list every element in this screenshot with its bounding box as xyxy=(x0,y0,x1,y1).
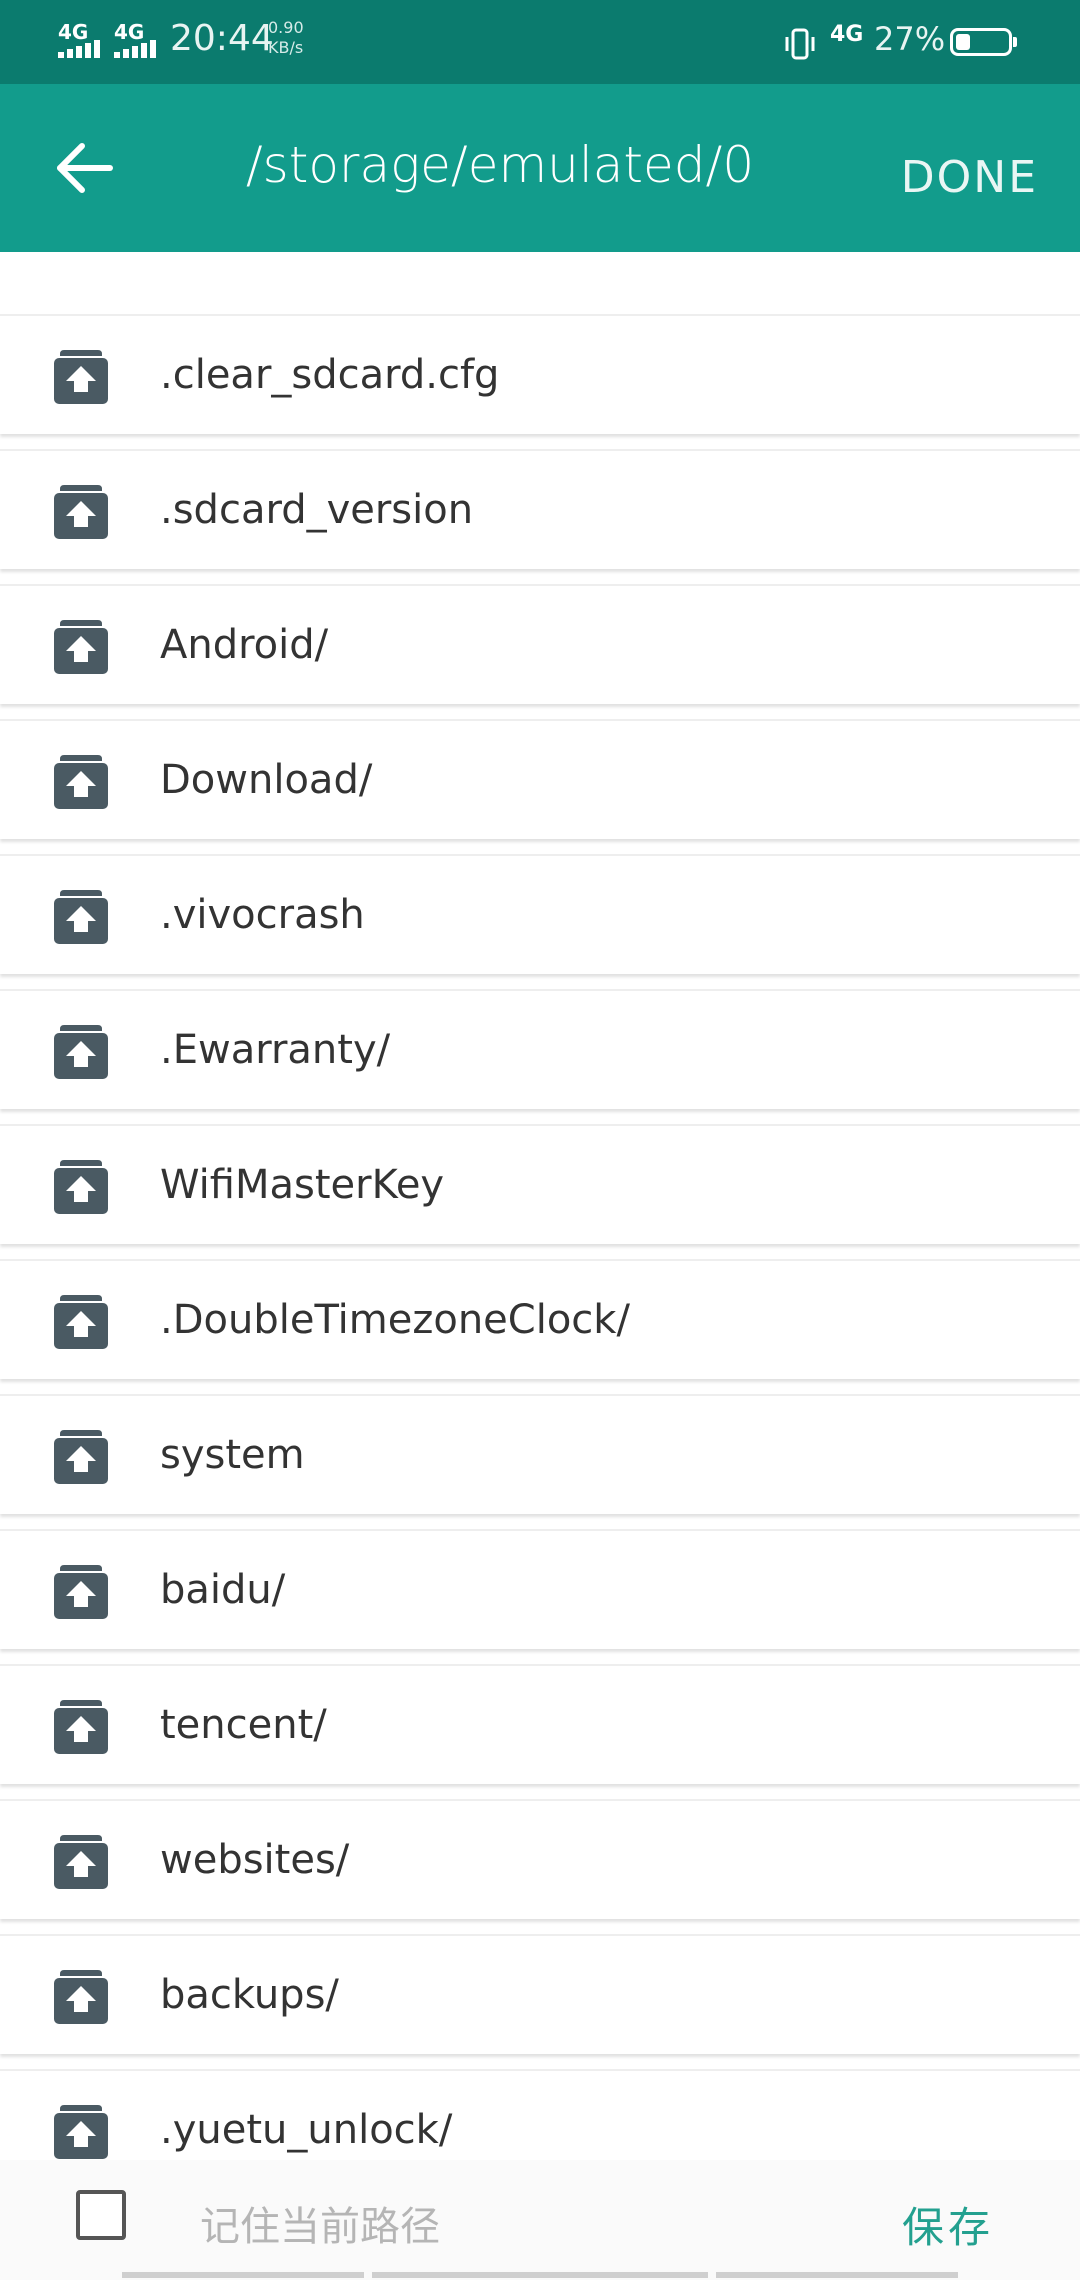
file-row[interactable]: .clear_sdcard.cfg xyxy=(0,314,1080,434)
file-row[interactable]: Download/ xyxy=(0,719,1080,839)
sim1-label: 4G xyxy=(58,20,89,44)
bottom-bar: 记住当前路径 保存 xyxy=(0,2160,1080,2280)
file-row[interactable]: .yuetu_unlock/ xyxy=(0,2069,1080,2160)
file-row[interactable]: tencent/ xyxy=(0,1664,1080,1784)
file-row[interactable]: websites/ xyxy=(0,1799,1080,1919)
vibrate-icon xyxy=(785,28,815,60)
file-row[interactable]: .sdcard_version xyxy=(0,449,1080,569)
file-row[interactable]: .vivocrash xyxy=(0,854,1080,974)
sim1-signal: 4G xyxy=(58,20,100,58)
upload-file-icon xyxy=(54,890,108,944)
back-arrow-icon[interactable] xyxy=(52,136,116,200)
file-name: backups/ xyxy=(160,1972,339,2018)
file-row[interactable]: Android/ xyxy=(0,584,1080,704)
status-bar: 4G 4G 20:44 0.90 KB/s 4G 27% xyxy=(0,0,1080,84)
sim2-signal: 4G xyxy=(114,20,156,58)
clock: 20:44 xyxy=(170,18,274,59)
upload-file-icon xyxy=(54,1970,108,2024)
file-name: .Ewarranty/ xyxy=(160,1027,391,1073)
file-row[interactable]: .Ewarranty/ xyxy=(0,989,1080,1109)
upload-file-icon xyxy=(54,755,108,809)
upload-file-icon xyxy=(54,620,108,674)
remember-path-checkbox[interactable] xyxy=(76,2190,126,2240)
upload-file-icon xyxy=(54,485,108,539)
mobile-data-indicator: 4G xyxy=(830,22,864,47)
save-button[interactable]: 保存 xyxy=(902,2194,994,2255)
file-name: Download/ xyxy=(160,757,373,803)
file-name: .DoubleTimezoneClock/ xyxy=(160,1297,630,1343)
speed-value: 0.90 xyxy=(268,18,304,37)
battery-icon xyxy=(950,28,1017,56)
file-name: system xyxy=(160,1432,305,1478)
upload-file-icon xyxy=(54,1700,108,1754)
file-row[interactable]: .DoubleTimezoneClock/ xyxy=(0,1259,1080,1379)
upload-file-icon xyxy=(54,1025,108,1079)
current-path-title: /storage/emulated/0 xyxy=(245,136,755,194)
app-bar: /storage/emulated/0 DONE xyxy=(0,84,1080,252)
file-name: baidu/ xyxy=(160,1567,286,1613)
upload-file-icon xyxy=(54,2105,108,2159)
upload-file-icon xyxy=(54,1295,108,1349)
remember-path-label: 记住当前路径 xyxy=(200,2204,440,2250)
file-row[interactable]: WifiMasterKey xyxy=(0,1124,1080,1244)
upload-file-icon xyxy=(54,1160,108,1214)
file-list[interactable]: .clear_sdcard.cfg .sdcard_version Android/… xyxy=(0,252,1080,2160)
file-name: .vivocrash xyxy=(160,892,365,938)
sim2-label: 4G xyxy=(114,20,145,44)
upload-file-icon xyxy=(54,1430,108,1484)
file-row[interactable]: backups/ xyxy=(0,1934,1080,2054)
file-name: Android/ xyxy=(160,622,329,668)
battery-percent: 27% xyxy=(874,20,946,58)
done-button[interactable]: DONE xyxy=(901,152,1038,203)
upload-file-icon xyxy=(54,350,108,404)
upload-file-icon xyxy=(54,1835,108,1889)
file-name: websites/ xyxy=(160,1837,350,1883)
file-name: WifiMasterKey xyxy=(160,1162,445,1208)
file-name: .yuetu_unlock/ xyxy=(160,2107,453,2153)
file-name: .clear_sdcard.cfg xyxy=(160,352,500,398)
navigation-bar xyxy=(0,2270,1080,2280)
file-name: tencent/ xyxy=(160,1702,327,1748)
file-row[interactable]: system xyxy=(0,1394,1080,1514)
upload-file-icon xyxy=(54,1565,108,1619)
file-name: .sdcard_version xyxy=(160,487,474,533)
network-speed: 0.90 KB/s xyxy=(268,18,304,58)
file-row[interactable]: baidu/ xyxy=(0,1529,1080,1649)
speed-unit: KB/s xyxy=(268,38,304,57)
